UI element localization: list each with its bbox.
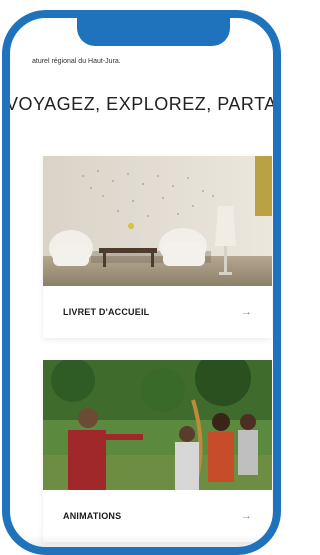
bottom-shadow bbox=[10, 535, 273, 547]
card-footer[interactable]: LIVRET D'ACCUEIL → bbox=[43, 286, 272, 338]
screen: aturel régional du Haut-Jura. VOYAGEZ, E… bbox=[10, 18, 273, 547]
lounge-image bbox=[43, 156, 272, 286]
card-label: ANIMATIONS bbox=[63, 511, 122, 521]
phone-frame: aturel régional du Haut-Jura. VOYAGEZ, E… bbox=[2, 10, 281, 555]
phone-notch bbox=[77, 14, 230, 46]
archery-image bbox=[43, 360, 272, 490]
lounge-photo bbox=[43, 156, 272, 286]
card-livret[interactable]: LIVRET D'ACCUEIL → bbox=[43, 156, 272, 338]
archery-photo bbox=[43, 360, 272, 490]
park-subtitle: aturel régional du Haut-Jura. bbox=[32, 58, 121, 65]
arrow-right-icon[interactable]: → bbox=[241, 306, 252, 318]
arrow-right-icon[interactable]: → bbox=[241, 510, 252, 522]
card-label: LIVRET D'ACCUEIL bbox=[63, 307, 150, 317]
card-animations[interactable]: ANIMATIONS → bbox=[43, 360, 272, 542]
page-tagline: VOYAGEZ, EXPLOREZ, PARTAGEZ... bbox=[10, 94, 273, 114]
